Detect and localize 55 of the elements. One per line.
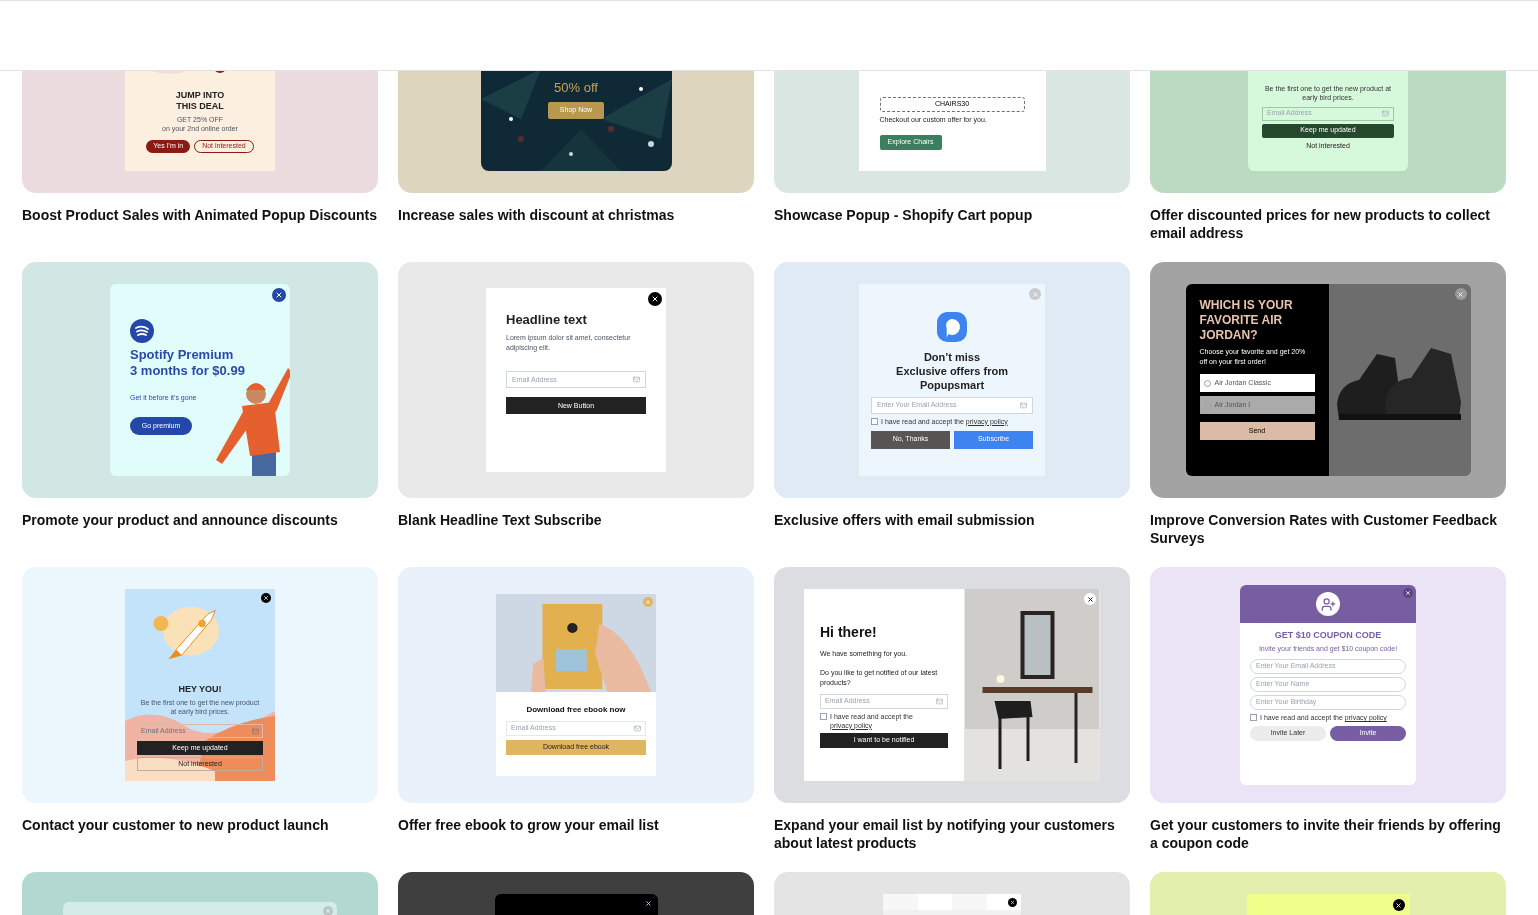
consent-checkbox[interactable]	[871, 417, 878, 425]
template-title[interactable]: Blank Headline Text Subscribe	[398, 511, 754, 529]
close-icon	[1405, 590, 1411, 596]
popup-heading: WHICH IS YOUR FAVORITE AIR JORDAN?	[1199, 298, 1294, 343]
template-title[interactable]: Showcase Popup - Shopify Cart popup	[774, 206, 1130, 224]
close-icon	[1395, 901, 1402, 909]
mail-icon	[252, 727, 259, 735]
template-title[interactable]: Promote your product and announce discounts	[22, 511, 378, 529]
mail-icon	[1020, 401, 1027, 409]
popup-heading: Don’t miss	[923, 349, 981, 364]
close-icon	[1457, 290, 1464, 298]
template-title[interactable]: Improve Conversion Rates with Customer Feedback Surveys	[1150, 511, 1506, 547]
mail-icon	[634, 725, 641, 732]
mail-icon	[1382, 110, 1389, 117]
close-icon	[263, 595, 269, 601]
popup-heading: GET $10 COUPON CODE	[1274, 629, 1382, 642]
consent-checkbox[interactable]	[1250, 714, 1257, 721]
close-icon	[1010, 900, 1015, 905]
template-title[interactable]: Boost Product Sales with Animated Popup Discounts	[22, 206, 378, 224]
logo-icon	[937, 311, 967, 342]
popup-heading: Hi there!	[820, 623, 878, 643]
close-button[interactable]	[261, 593, 271, 603]
consent-checkbox[interactable]	[820, 712, 827, 720]
close-icon	[651, 295, 659, 303]
popup-heading: THIS DEAL	[176, 101, 224, 112]
template-title[interactable]: Offer free ebook to grow your email list	[398, 816, 754, 834]
discount-text: 50% off	[554, 80, 598, 96]
template-title[interactable]: Expand your email list by notifying your customers about latest products	[774, 816, 1130, 852]
close-icon	[275, 291, 283, 299]
template-title[interactable]: Get your customers to invite their friends by offering a coupon code	[1150, 816, 1506, 852]
close-icon	[1086, 595, 1094, 603]
mail-icon	[633, 376, 640, 384]
popup-heading: 3 months for $0.99	[130, 362, 246, 379]
popup-heading: Download free ebook now	[526, 704, 626, 716]
popup-heading: Popupsmart	[919, 377, 985, 392]
close-icon[interactable]	[644, 900, 652, 907]
popup-heading: Headline text	[506, 310, 588, 329]
close-button[interactable]	[648, 292, 662, 306]
close-icon	[645, 599, 651, 605]
popup-heading: JUMP INTO	[175, 90, 225, 101]
mail-icon	[936, 697, 943, 705]
template-title[interactable]: Exclusive offers with email submission	[774, 511, 1130, 529]
close-button[interactable]	[1392, 899, 1405, 911]
template-title[interactable]: Increase sales with discount at christmas	[398, 206, 754, 224]
popup-heading: HEY YOU!	[178, 682, 222, 696]
close-button[interactable]	[272, 288, 286, 302]
popup-heading: Exclusive offers from	[896, 363, 1008, 378]
template-title[interactable]: Offer discounted prices for new products to collect email address	[1150, 206, 1506, 242]
popup-heading: Spotify Premium	[130, 346, 235, 363]
user-plus-icon	[1320, 596, 1336, 612]
template-title[interactable]: Contact your customer to new product launch	[22, 816, 378, 834]
close-button[interactable]	[1008, 898, 1017, 907]
close-icon	[1031, 290, 1039, 298]
close-icon	[325, 908, 331, 914]
logo-icon	[130, 318, 154, 343]
